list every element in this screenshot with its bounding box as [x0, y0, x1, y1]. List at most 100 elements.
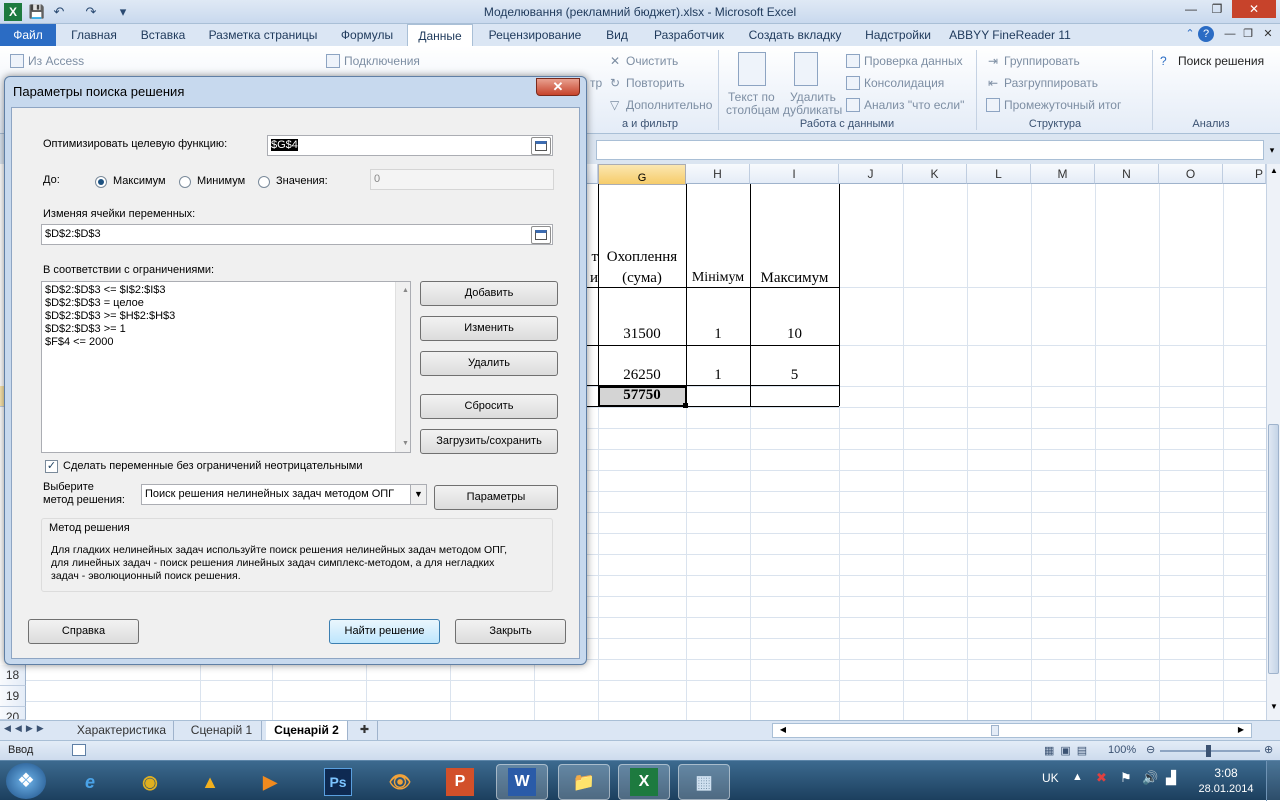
remove-duplicates-label-1[interactable]: Удалить — [790, 90, 836, 104]
tab-create[interactable]: Создать вкладку — [742, 24, 848, 46]
constraint-item[interactable]: $D$2:$D$3 = целое — [42, 297, 410, 310]
tab-file[interactable]: Файл — [0, 24, 56, 46]
scroll-right-icon[interactable]: ▶ — [1235, 725, 1247, 737]
clock-time[interactable]: 3:08 — [1198, 766, 1254, 780]
cell-h3[interactable]: 1 — [686, 367, 750, 384]
text-to-columns-label-2[interactable]: столбцам — [726, 103, 779, 117]
chevron-down-icon[interactable]: ▼ — [410, 485, 426, 504]
zoom-level[interactable]: 100% — [1108, 744, 1136, 756]
changing-cells-input[interactable]: $D$2:$D$3 — [41, 224, 553, 245]
value-of-radio[interactable] — [258, 176, 270, 188]
scroll-left-icon[interactable]: ◀ — [777, 725, 789, 737]
ie-icon[interactable]: e — [64, 764, 116, 800]
data-validation-button[interactable]: Проверка данных — [864, 54, 963, 68]
workbook-close-icon[interactable]: ✕ — [1260, 26, 1276, 42]
chrome-icon[interactable]: ◉ — [124, 764, 176, 800]
text-to-columns-label-1[interactable]: Текст по — [728, 90, 775, 104]
connections-button[interactable]: Подключения — [344, 54, 420, 68]
tray-network-icon[interactable]: ✖ — [1096, 770, 1107, 786]
photoshop-icon[interactable]: Ps — [324, 768, 352, 796]
row-header[interactable]: 20 — [0, 707, 26, 720]
new-sheet-icon[interactable]: ✚ — [352, 721, 378, 740]
scroll-up-icon[interactable]: ▲ — [399, 284, 409, 297]
tray-flag-icon[interactable]: ⚑ — [1120, 770, 1132, 786]
sheet-tab-active[interactable]: Сценарій 2 — [266, 721, 348, 740]
row-header[interactable]: 19 — [0, 686, 26, 707]
zoom-in-icon[interactable]: ⊕ — [1264, 743, 1273, 756]
reset-button[interactable]: Сбросить — [420, 394, 558, 419]
media-player-icon[interactable]: ▶ — [244, 764, 296, 800]
cell-g4[interactable]: 57750 — [598, 387, 686, 404]
row-header[interactable]: 18 — [0, 665, 26, 686]
formula-input[interactable] — [596, 140, 1264, 160]
sheet-tab[interactable]: Сценарій 1 — [182, 721, 262, 740]
consolidate-button[interactable]: Консолидация — [864, 76, 944, 90]
excel-taskbar-icon[interactable]: X — [630, 768, 658, 796]
constraint-item[interactable]: $D$2:$D$3 <= $I$2:$I$3 — [42, 282, 410, 297]
cell-g3[interactable]: 26250 — [598, 367, 686, 384]
help-icon[interactable]: ? — [1198, 26, 1214, 42]
scroll-down-icon[interactable]: ▼ — [1268, 702, 1280, 718]
sheet-tab[interactable]: Характеристика — [70, 721, 174, 740]
calculator-icon[interactable]: ▦ — [678, 764, 730, 800]
tray-arrow-icon[interactable]: ▲ — [1072, 771, 1083, 783]
cell-f1-partial-2[interactable]: и — [586, 270, 598, 287]
cell-i3[interactable]: 5 — [750, 367, 839, 384]
scroll-down-icon[interactable]: ▼ — [399, 437, 409, 450]
minimize-button[interactable]: — — [1178, 0, 1204, 18]
cell-h2[interactable]: 1 — [686, 326, 750, 343]
column-header[interactable]: M — [1031, 164, 1095, 184]
collapse-ribbon-icon[interactable]: ⌃ — [1182, 26, 1198, 42]
column-header[interactable]: H — [686, 164, 750, 184]
sheet-nav-icon[interactable]: ◀◀▶▶ — [4, 723, 48, 734]
language-indicator[interactable]: UK — [1042, 771, 1059, 785]
zoom-out-icon[interactable]: ⊖ — [1146, 743, 1155, 756]
solver-button[interactable]: Поиск решения — [1178, 54, 1264, 68]
maximize-button[interactable]: ❐ — [1204, 0, 1230, 18]
tab-abbyy[interactable]: ABBYY FineReader 11 — [948, 24, 1072, 46]
dialog-close-button[interactable]: ✕ — [536, 78, 580, 96]
word-icon[interactable]: W — [508, 768, 536, 796]
horizontal-scrollbar[interactable]: ◀ ▶ — [772, 723, 1252, 738]
scroll-up-icon[interactable]: ▲ — [1268, 166, 1280, 182]
column-header[interactable]: P — [1223, 164, 1266, 184]
change-button[interactable]: Изменить — [420, 316, 558, 341]
cell-f1-partial[interactable]: т — [586, 249, 598, 266]
tab-addins[interactable]: Надстройки — [856, 24, 940, 46]
tab-view[interactable]: Вид — [598, 24, 636, 46]
workbook-minimize-icon[interactable]: — — [1222, 26, 1238, 42]
clear-button[interactable]: Очистить — [626, 54, 678, 68]
eye-app-icon[interactable]: 👁 — [374, 764, 426, 800]
from-access-button[interactable]: Из Access — [28, 54, 84, 68]
cell-i1[interactable]: Максимум — [750, 270, 839, 287]
advanced-button[interactable]: Дополнительно — [626, 98, 712, 112]
value-of-input[interactable]: 0 — [370, 169, 554, 190]
archiver-icon[interactable]: ▲ — [184, 764, 236, 800]
options-button[interactable]: Параметры — [434, 485, 558, 510]
macro-record-icon[interactable] — [72, 744, 86, 756]
scroll-thumb[interactable] — [1268, 424, 1279, 674]
min-radio[interactable] — [179, 176, 191, 188]
cell-h1[interactable]: Мінімум — [686, 270, 750, 286]
remove-duplicates-label-2[interactable]: дубликаты — [783, 103, 842, 117]
constraint-item[interactable]: $D$2:$D$3 >= $H$2:$H$3 — [42, 310, 410, 323]
solve-button[interactable]: Найти решение — [329, 619, 440, 644]
close-button[interactable]: ✕ — [1232, 0, 1276, 18]
constraints-scrollbar[interactable]: ▲ ▼ — [395, 282, 410, 452]
show-desktop-button[interactable] — [1266, 761, 1280, 801]
group-button[interactable]: Группировать — [1004, 54, 1080, 68]
constraint-item[interactable]: $F$4 <= 2000 — [42, 336, 410, 349]
load-save-button[interactable]: Загрузить/сохранить — [420, 429, 558, 454]
add-button[interactable]: Добавить — [420, 281, 558, 306]
tab-home[interactable]: Главная — [64, 24, 124, 46]
fill-handle[interactable] — [683, 403, 688, 408]
column-header[interactable]: N — [1095, 164, 1159, 184]
cell-g1-line2[interactable]: (сума) — [598, 270, 686, 287]
hscroll-thumb[interactable] — [991, 725, 999, 736]
objective-input[interactable]: $G$4 — [267, 135, 553, 156]
tray-signal-icon[interactable]: ▟ — [1166, 770, 1176, 786]
column-header[interactable]: I — [750, 164, 839, 184]
column-header[interactable]: L — [967, 164, 1031, 184]
tab-page-layout[interactable]: Разметка страницы — [202, 24, 324, 46]
expand-formula-icon[interactable]: ▾ — [1266, 140, 1278, 160]
